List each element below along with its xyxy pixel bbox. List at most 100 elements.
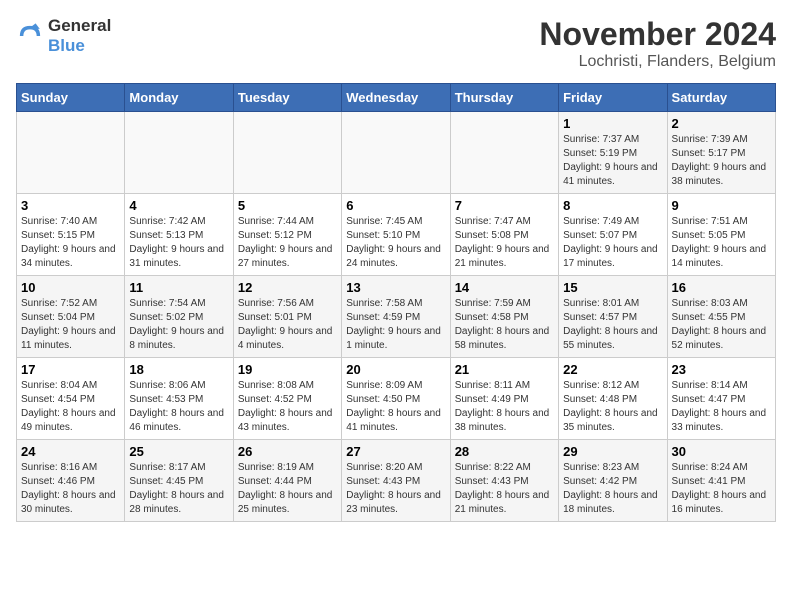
header-row: SundayMondayTuesdayWednesdayThursdayFrid… [17,84,776,112]
day-cell: 28 Sunrise: 8:22 AM Sunset: 4:43 PM Dayli… [450,440,558,522]
day-info: Sunrise: 8:09 AM Sunset: 4:50 PM Dayligh… [346,379,445,435]
day-cell [450,112,558,194]
day-number: 3 [21,198,120,213]
day-info: Sunrise: 8:06 AM Sunset: 4:53 PM Dayligh… [129,379,228,435]
day-cell: 10Sunrise: 7:52 AM Sunset: 5:04 PM Dayli… [17,276,125,358]
header-cell-tuesday: Tuesday [233,84,341,112]
day-info: Sunrise: 7:45 AM Sunset: 5:10 PM Dayligh… [346,215,445,271]
day-cell: 8Sunrise: 7:49 AM Sunset: 5:07 PM Daylig… [559,194,667,276]
day-cell [233,112,341,194]
day-cell: 9 Sunrise: 7:51 AM Sunset: 5:05 PM Daylig… [667,194,775,276]
day-number: 2 [672,116,771,131]
title-section: November 2024 Lochristi, Flanders, Belgi… [539,16,776,71]
day-number: 14 [455,280,554,295]
day-cell: 13 Sunrise: 7:58 AM Sunset: 4:59 PM Dayli… [342,276,450,358]
week-row-4: 17 Sunrise: 8:04 AM Sunset: 4:54 PM Dayli… [17,358,776,440]
day-cell [342,112,450,194]
day-cell: 27 Sunrise: 8:20 AM Sunset: 4:43 PM Dayli… [342,440,450,522]
day-number: 20 [346,362,445,377]
day-cell: 29Sunrise: 8:23 AM Sunset: 4:42 PM Dayli… [559,440,667,522]
day-cell: 18Sunrise: 8:06 AM Sunset: 4:53 PM Dayli… [125,358,233,440]
calendar-table: SundayMondayTuesdayWednesdayThursdayFrid… [16,83,776,522]
day-cell: 20 Sunrise: 8:09 AM Sunset: 4:50 PM Dayli… [342,358,450,440]
day-cell [125,112,233,194]
month-title: November 2024 [539,16,776,53]
day-cell: 14 Sunrise: 7:59 AM Sunset: 4:58 PM Dayli… [450,276,558,358]
day-info: Sunrise: 8:17 AM Sunset: 4:45 PM Dayligh… [129,461,228,517]
day-info: Sunrise: 7:42 AM Sunset: 5:13 PM Dayligh… [129,215,228,271]
day-cell: 23Sunrise: 8:14 AM Sunset: 4:47 PM Dayli… [667,358,775,440]
day-number: 24 [21,444,120,459]
header-cell-friday: Friday [559,84,667,112]
day-cell: 22 Sunrise: 8:12 AM Sunset: 4:48 PM Dayli… [559,358,667,440]
day-cell: 2 Sunrise: 7:39 AM Sunset: 5:17 PM Daylig… [667,112,775,194]
header-cell-thursday: Thursday [450,84,558,112]
day-info: Sunrise: 8:01 AM Sunset: 4:57 PM Dayligh… [563,297,662,353]
day-info: Sunrise: 8:16 AM Sunset: 4:46 PM Dayligh… [21,461,120,517]
day-cell: 25 Sunrise: 8:17 AM Sunset: 4:45 PM Dayli… [125,440,233,522]
day-number: 28 [455,444,554,459]
day-number: 17 [21,362,120,377]
day-number: 15 [563,280,662,295]
day-cell: 6 Sunrise: 7:45 AM Sunset: 5:10 PM Daylig… [342,194,450,276]
header: General Blue November 2024 Lochristi, Fl… [16,16,776,71]
day-info: Sunrise: 7:47 AM Sunset: 5:08 PM Dayligh… [455,215,554,271]
day-number: 13 [346,280,445,295]
day-info: Sunrise: 8:04 AM Sunset: 4:54 PM Dayligh… [21,379,120,435]
day-number: 16 [672,280,771,295]
day-info: Sunrise: 8:11 AM Sunset: 4:49 PM Dayligh… [455,379,554,435]
day-number: 10 [21,280,120,295]
logo-text: General Blue [48,16,111,56]
header-cell-monday: Monday [125,84,233,112]
day-cell: 12 Sunrise: 7:56 AM Sunset: 5:01 PM Dayli… [233,276,341,358]
day-number: 9 [672,198,771,213]
day-cell: 15 Sunrise: 8:01 AM Sunset: 4:57 PM Dayli… [559,276,667,358]
calendar-header: SundayMondayTuesdayWednesdayThursdayFrid… [17,84,776,112]
day-number: 27 [346,444,445,459]
day-number: 6 [346,198,445,213]
day-cell: 7 Sunrise: 7:47 AM Sunset: 5:08 PM Daylig… [450,194,558,276]
day-number: 21 [455,362,554,377]
day-number: 26 [238,444,337,459]
week-row-3: 10Sunrise: 7:52 AM Sunset: 5:04 PM Dayli… [17,276,776,358]
day-number: 12 [238,280,337,295]
day-info: Sunrise: 7:54 AM Sunset: 5:02 PM Dayligh… [129,297,228,353]
day-info: Sunrise: 8:22 AM Sunset: 4:43 PM Dayligh… [455,461,554,517]
day-cell: 17 Sunrise: 8:04 AM Sunset: 4:54 PM Dayli… [17,358,125,440]
day-info: Sunrise: 8:20 AM Sunset: 4:43 PM Dayligh… [346,461,445,517]
logo: General Blue [16,16,111,56]
header-cell-sunday: Sunday [17,84,125,112]
calendar-body: 1Sunrise: 7:37 AM Sunset: 5:19 PM Daylig… [17,112,776,522]
day-cell: 26Sunrise: 8:19 AM Sunset: 4:44 PM Dayli… [233,440,341,522]
location-title: Lochristi, Flanders, Belgium [539,53,776,71]
day-info: Sunrise: 7:39 AM Sunset: 5:17 PM Dayligh… [672,133,771,189]
day-number: 7 [455,198,554,213]
day-info: Sunrise: 7:37 AM Sunset: 5:19 PM Dayligh… [563,133,662,189]
day-number: 5 [238,198,337,213]
day-info: Sunrise: 8:12 AM Sunset: 4:48 PM Dayligh… [563,379,662,435]
logo-icon [16,22,44,50]
week-row-2: 3Sunrise: 7:40 AM Sunset: 5:15 PM Daylig… [17,194,776,276]
day-info: Sunrise: 7:51 AM Sunset: 5:05 PM Dayligh… [672,215,771,271]
day-cell: 16 Sunrise: 8:03 AM Sunset: 4:55 PM Dayli… [667,276,775,358]
day-info: Sunrise: 7:44 AM Sunset: 5:12 PM Dayligh… [238,215,337,271]
day-cell: 1Sunrise: 7:37 AM Sunset: 5:19 PM Daylig… [559,112,667,194]
day-cell: 24 Sunrise: 8:16 AM Sunset: 4:46 PM Dayli… [17,440,125,522]
day-info: Sunrise: 7:56 AM Sunset: 5:01 PM Dayligh… [238,297,337,353]
day-info: Sunrise: 7:59 AM Sunset: 4:58 PM Dayligh… [455,297,554,353]
day-info: Sunrise: 7:49 AM Sunset: 5:07 PM Dayligh… [563,215,662,271]
day-cell: 11 Sunrise: 7:54 AM Sunset: 5:02 PM Dayli… [125,276,233,358]
day-number: 22 [563,362,662,377]
day-number: 25 [129,444,228,459]
day-cell: 30 Sunrise: 8:24 AM Sunset: 4:41 PM Dayli… [667,440,775,522]
header-cell-wednesday: Wednesday [342,84,450,112]
day-number: 30 [672,444,771,459]
day-cell [17,112,125,194]
day-cell: 5 Sunrise: 7:44 AM Sunset: 5:12 PM Daylig… [233,194,341,276]
day-info: Sunrise: 8:03 AM Sunset: 4:55 PM Dayligh… [672,297,771,353]
week-row-1: 1Sunrise: 7:37 AM Sunset: 5:19 PM Daylig… [17,112,776,194]
day-number: 11 [129,280,228,295]
day-info: Sunrise: 7:58 AM Sunset: 4:59 PM Dayligh… [346,297,445,353]
day-info: Sunrise: 8:24 AM Sunset: 4:41 PM Dayligh… [672,461,771,517]
day-number: 29 [563,444,662,459]
